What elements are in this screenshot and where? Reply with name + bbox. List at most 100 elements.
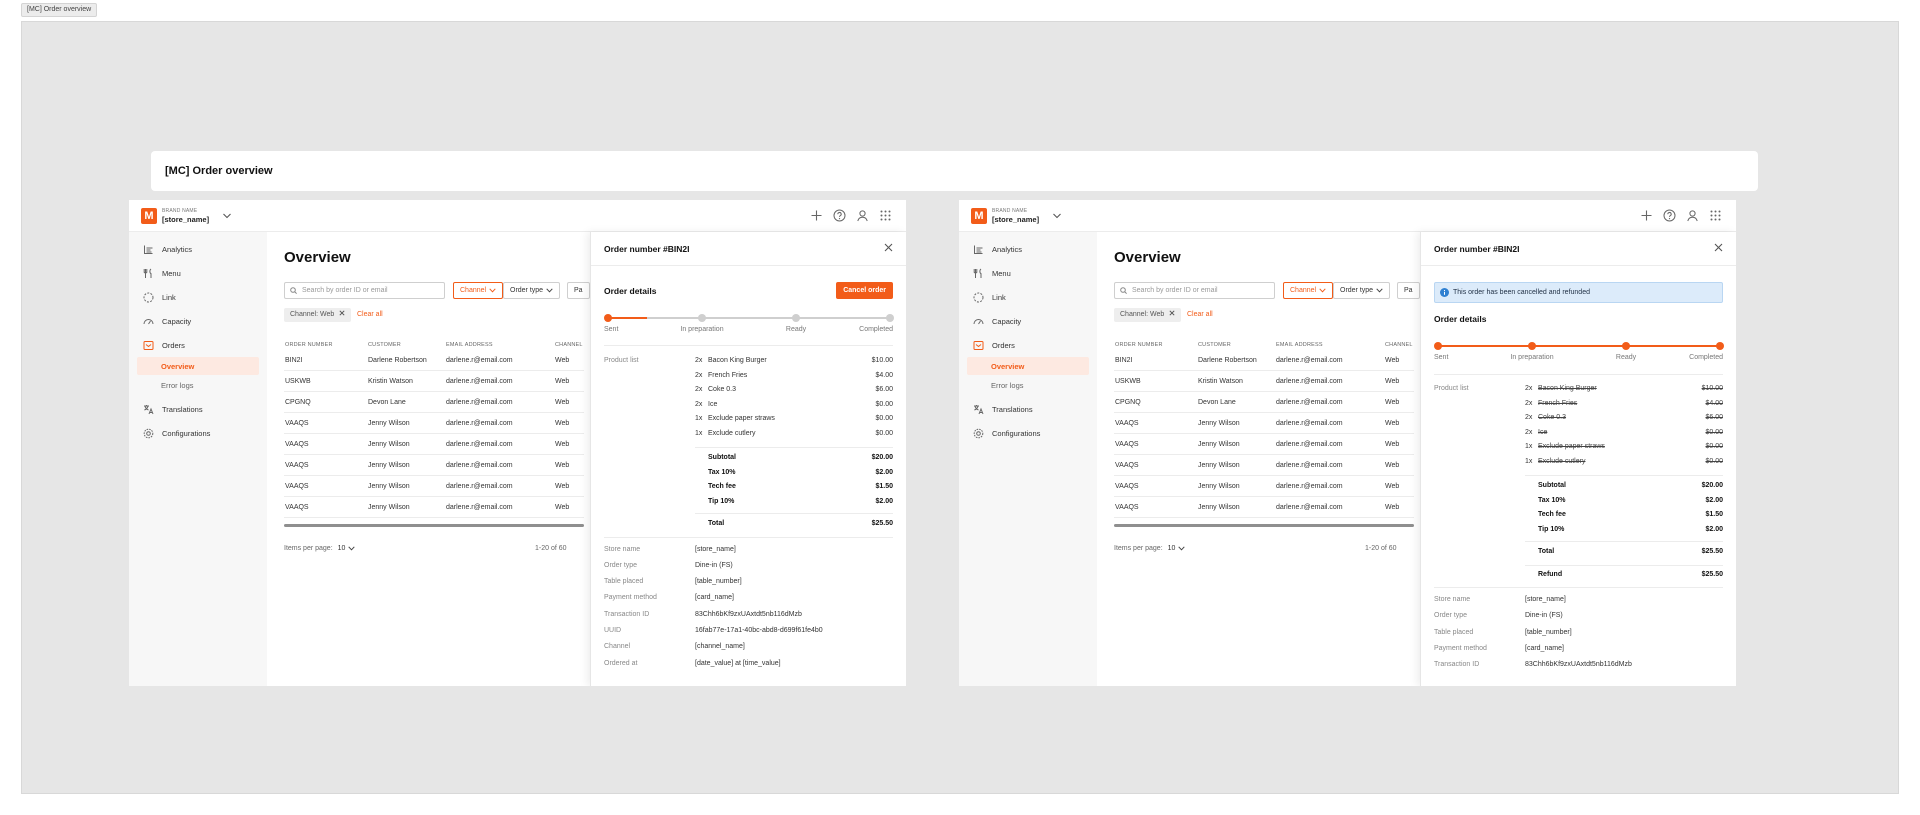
table-row[interactable]: VAAQS Jenny Wilson darlene.r@email.com Web: [284, 497, 584, 518]
close-icon[interactable]: [1714, 243, 1723, 252]
table-row[interactable]: VAAQS Jenny Wilson darlene.r@email.com Web: [284, 455, 584, 476]
horizontal-scrollbar[interactable]: [1114, 524, 1414, 527]
sidebar-item-capacity[interactable]: Capacity: [967, 312, 1089, 330]
chevron-down-icon[interactable]: [1052, 212, 1062, 220]
step-label: In preparation: [1510, 354, 1554, 361]
table-row[interactable]: VAAQS Jenny Wilson darlene.r@email.com Web: [1114, 455, 1414, 476]
sidebar-item-error-logs[interactable]: Error logs: [137, 376, 259, 394]
sidebar-item-translations[interactable]: Translations: [137, 400, 259, 418]
sidebar-item-translations[interactable]: Translations: [967, 400, 1089, 418]
total-label: Tax 10%: [1538, 496, 1566, 504]
sidebar-item-label: Translations: [992, 404, 1033, 414]
pagination-range: 1-20 of 60: [1365, 545, 1397, 552]
table-row[interactable]: BIN2I Darlene Robertson darlene.r@email.co…: [284, 350, 584, 371]
close-icon[interactable]: [334, 310, 345, 318]
horizontal-scrollbar[interactable]: [284, 524, 584, 527]
filter-label: Order type: [1340, 287, 1374, 294]
table-cell: darlene.r@email.com: [446, 483, 513, 490]
meta-row: Channel [channel_name]: [604, 640, 893, 654]
search-input[interactable]: Search by order ID or email: [284, 282, 445, 299]
divider: [1434, 587, 1723, 588]
sidebar-item-analytics[interactable]: Analytics: [967, 240, 1089, 258]
sidebar-item-menu[interactable]: Menu: [137, 264, 259, 282]
apps-grid-icon[interactable]: [1709, 209, 1722, 222]
sidebar-item-menu[interactable]: Menu: [967, 264, 1089, 282]
apps-grid-icon[interactable]: [879, 209, 892, 222]
active-filter-chip[interactable]: Channel: Web: [1114, 308, 1182, 322]
table-row[interactable]: USKWB Kristin Watson darlene.r@email.com We…: [1114, 371, 1414, 392]
meta-label: Transaction ID: [1434, 661, 1480, 669]
sidebar-item-label: Orders: [992, 340, 1015, 350]
sidebar-item-orders[interactable]: Orders: [967, 336, 1089, 354]
filter-pa-button[interactable]: Pa: [1397, 282, 1420, 299]
sidebar-item-configurations[interactable]: Configurations: [967, 424, 1089, 442]
table-row[interactable]: VAAQS Jenny Wilson darlene.r@email.com Web: [1114, 434, 1414, 455]
topbar-actions: [1640, 209, 1722, 222]
plus-icon[interactable]: [810, 209, 823, 222]
table-cell: darlene.r@email.com: [1276, 357, 1343, 364]
active-filter-chip[interactable]: Channel: Web: [284, 308, 352, 322]
help-icon[interactable]: [1663, 209, 1676, 222]
order-detail-panel: Order number #BIN2I This order has been …: [1420, 232, 1736, 686]
product-qty: 1x: [695, 429, 703, 437]
filter-channel-button[interactable]: Channel: [453, 282, 504, 299]
help-icon[interactable]: [833, 209, 846, 222]
clear-all-link[interactable]: Clear all: [357, 308, 383, 322]
close-icon[interactable]: [884, 243, 893, 252]
user-icon[interactable]: [1686, 209, 1699, 222]
meta-value: [store_name]: [1525, 596, 1566, 603]
sidebar-item-label: Analytics: [992, 244, 1023, 254]
table-cell: VAAQS: [285, 462, 309, 469]
search-input[interactable]: Search by order ID or email: [1114, 282, 1275, 299]
table-row[interactable]: VAAQS Jenny Wilson darlene.r@email.com Web: [284, 413, 584, 434]
items-per-page[interactable]: Items per page: 10: [1114, 545, 1186, 552]
brand-logo: M: [141, 208, 157, 224]
clear-all-link[interactable]: Clear all: [1187, 308, 1213, 322]
product-qty: 2x: [1525, 385, 1533, 392]
meta-value: 16fab77e-17a1-40bc-abd8-d699f61fe4b0: [695, 627, 823, 634]
filter-order-type-button[interactable]: Order type: [1333, 282, 1391, 299]
table-row[interactable]: USKWB Kristin Watson darlene.r@email.com We…: [284, 371, 584, 392]
sidebar-item-label: Link: [992, 292, 1006, 302]
table-row[interactable]: VAAQS Jenny Wilson darlene.r@email.com Web: [284, 434, 584, 455]
topbar-actions: [810, 209, 892, 222]
filter-pa-button[interactable]: Pa: [567, 282, 590, 299]
frame-tag: [MC] Order overview: [21, 3, 98, 17]
sidebar-item-overview[interactable]: Overview: [137, 357, 259, 375]
page-heading: Overview: [284, 249, 351, 266]
table-row[interactable]: VAAQS Jenny Wilson darlene.r@email.com Web: [1114, 413, 1414, 434]
table-row[interactable]: VAAQS Jenny Wilson darlene.r@email.com Web: [284, 476, 584, 497]
sidebar-item-configurations[interactable]: Configurations: [137, 424, 259, 442]
sidebar-item-overview[interactable]: Overview: [967, 357, 1089, 375]
sidebar-item-analytics[interactable]: Analytics: [137, 240, 259, 258]
top-bar: M BRAND NAME [store_name]: [129, 200, 906, 232]
column-header: CHANNEL: [1385, 342, 1413, 348]
meta-value: [card_name]: [1525, 644, 1564, 652]
filter-order-type-button[interactable]: Order type: [503, 282, 561, 299]
plus-icon[interactable]: [1640, 209, 1653, 222]
sidebar-item-orders[interactable]: Orders: [137, 336, 259, 354]
filter-channel-button[interactable]: Channel: [1283, 282, 1334, 299]
sidebar-item-capacity[interactable]: Capacity: [137, 312, 259, 330]
close-icon[interactable]: [1164, 310, 1175, 318]
top-bar: M BRAND NAME [store_name]: [959, 200, 1736, 232]
chevron-down-icon[interactable]: [222, 212, 232, 220]
table-row[interactable]: CPGNQ Devon Lane darlene.r@email.com Web: [284, 392, 584, 413]
items-per-page[interactable]: Items per page: 10: [284, 545, 356, 552]
table-cell: darlene.r@email.com: [446, 378, 513, 385]
search-placeholder: Search by order ID or email: [1132, 287, 1218, 294]
product-qty: 2x: [695, 386, 703, 393]
store-name: [store_name]: [162, 215, 210, 224]
brand-label: BRAND NAME: [162, 208, 198, 214]
table-cell: Jenny Wilson: [368, 420, 410, 427]
table-row[interactable]: VAAQS Jenny Wilson darlene.r@email.com Web: [1114, 476, 1414, 497]
sidebar-item-link[interactable]: Link: [967, 288, 1089, 306]
user-icon[interactable]: [856, 209, 869, 222]
table-row[interactable]: CPGNQ Devon Lane darlene.r@email.com Web: [1114, 392, 1414, 413]
cancel-order-button[interactable]: Cancel order: [836, 282, 893, 299]
sidebar-item-error-logs[interactable]: Error logs: [967, 376, 1089, 394]
sidebar-item-link[interactable]: Link: [137, 288, 259, 306]
table-row[interactable]: BIN2I Darlene Robertson darlene.r@email.co…: [1114, 350, 1414, 371]
divider: [1525, 475, 1723, 476]
table-row[interactable]: VAAQS Jenny Wilson darlene.r@email.com Web: [1114, 497, 1414, 518]
